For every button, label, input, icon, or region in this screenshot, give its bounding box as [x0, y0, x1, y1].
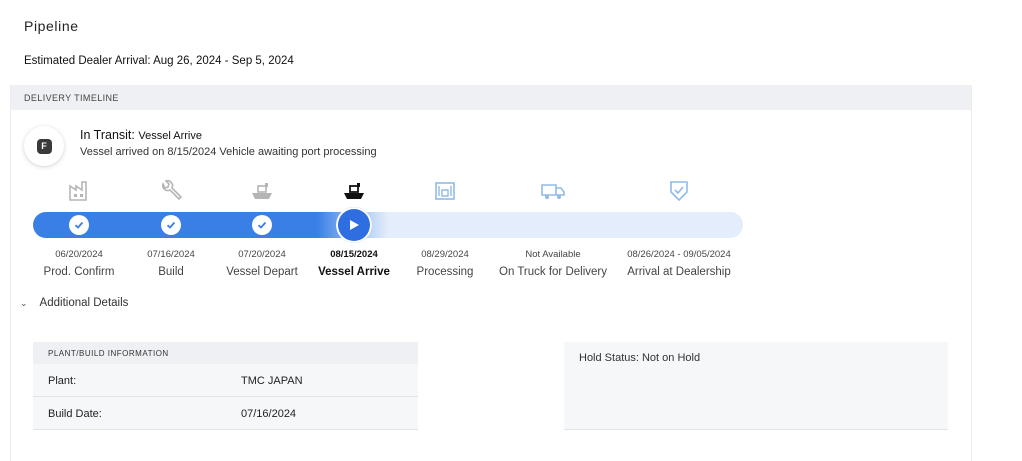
chevron-down-icon: ⌄ [20, 297, 28, 308]
status-description: Vessel arrived on 8/15/2024 Vehicle awai… [80, 146, 377, 158]
ship-icon-depart [249, 178, 275, 204]
step-current-play-icon [336, 207, 372, 243]
step-complete-check-icon [252, 215, 272, 235]
status-badge: F [36, 138, 52, 154]
panel-header: DELIVERY TIMELINE [11, 85, 971, 110]
estimated-arrival: Estimated Dealer Arrival: Aug 26, 2024 -… [24, 55, 294, 67]
factory-icon [67, 178, 93, 204]
page-title: Pipeline [24, 18, 79, 34]
status-subtitle: Vessel Arrive [138, 130, 202, 142]
plant-value: TMC JAPAN [241, 375, 303, 387]
step-label: Arrival at Dealership [627, 266, 731, 278]
processing-icon [432, 178, 458, 204]
hold-status-text: Hold Status: Not on Hold [579, 352, 701, 364]
step-complete-check-icon [161, 215, 181, 235]
status-title-label: In Transit: [80, 128, 135, 142]
step-complete-check-icon [69, 215, 89, 235]
plant-build-header: PLANT/BUILD INFORMATION [33, 342, 418, 364]
plant-row: Plant: TMC JAPAN [33, 364, 418, 397]
additional-details-toggle[interactable]: ⌄ Additional Details [20, 297, 128, 309]
build-date-value: 07/16/2024 [241, 408, 297, 420]
ship-icon-arrive [341, 178, 367, 204]
status-title: In Transit: Vessel Arrive [80, 128, 202, 142]
progress-track [33, 212, 743, 238]
truck-icon [540, 178, 566, 204]
wrench-icon [158, 178, 184, 204]
step-date: Not Available [525, 249, 581, 260]
step-date: 08/26/2024 - 09/05/2024 [627, 249, 731, 260]
build-date-row: Build Date: 07/16/2024 [33, 397, 418, 430]
hold-status-card: Hold Status: Not on Hold [564, 342, 948, 430]
status-icon: F [24, 126, 64, 166]
additional-details-label: Additional Details [39, 297, 129, 309]
build-date-label: Build Date: [48, 408, 102, 420]
plant-label: Plant: [48, 375, 77, 387]
step-label: On Truck for Delivery [499, 266, 607, 278]
shield-check-icon [666, 178, 692, 204]
plant-build-info-card: PLANT/BUILD INFORMATION Plant: TMC JAPAN… [33, 342, 418, 430]
